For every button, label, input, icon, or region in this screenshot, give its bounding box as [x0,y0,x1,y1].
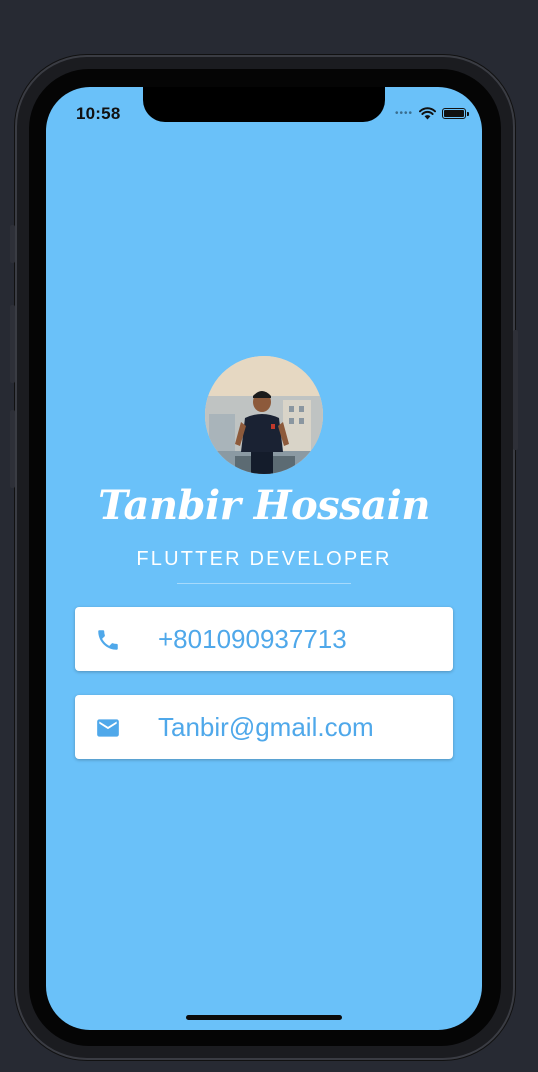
power-button [513,330,518,450]
volume-up-button [10,305,15,383]
status-time: 10:58 [76,104,121,123]
wifi-icon [419,107,436,120]
phone-number: +801090937713 [158,624,347,654]
home-indicator[interactable] [186,1015,342,1020]
email-icon [97,719,119,737]
profile-photo [205,356,323,474]
phone-icon [98,630,118,650]
divider [177,583,351,584]
battery-icon [442,108,469,119]
notch [143,87,385,122]
profile-role: FLUTTER DEVELOPER [136,548,392,570]
email-card[interactable]: Tanbir@gmail.com [75,695,453,759]
app-screen: 10:58 •••• Tanbir Hossain FLUTTER DEVELO… [46,87,482,1030]
phone-card[interactable]: +801090937713 [75,607,453,671]
volume-down-button [10,410,15,488]
signal-dots-icon: •••• [394,108,413,119]
avatar [205,356,323,474]
mute-switch [10,225,15,263]
profile-name: Tanbir Hossain [98,482,430,529]
email-address: Tanbir@gmail.com [158,712,374,742]
status-icons: •••• [394,107,469,120]
